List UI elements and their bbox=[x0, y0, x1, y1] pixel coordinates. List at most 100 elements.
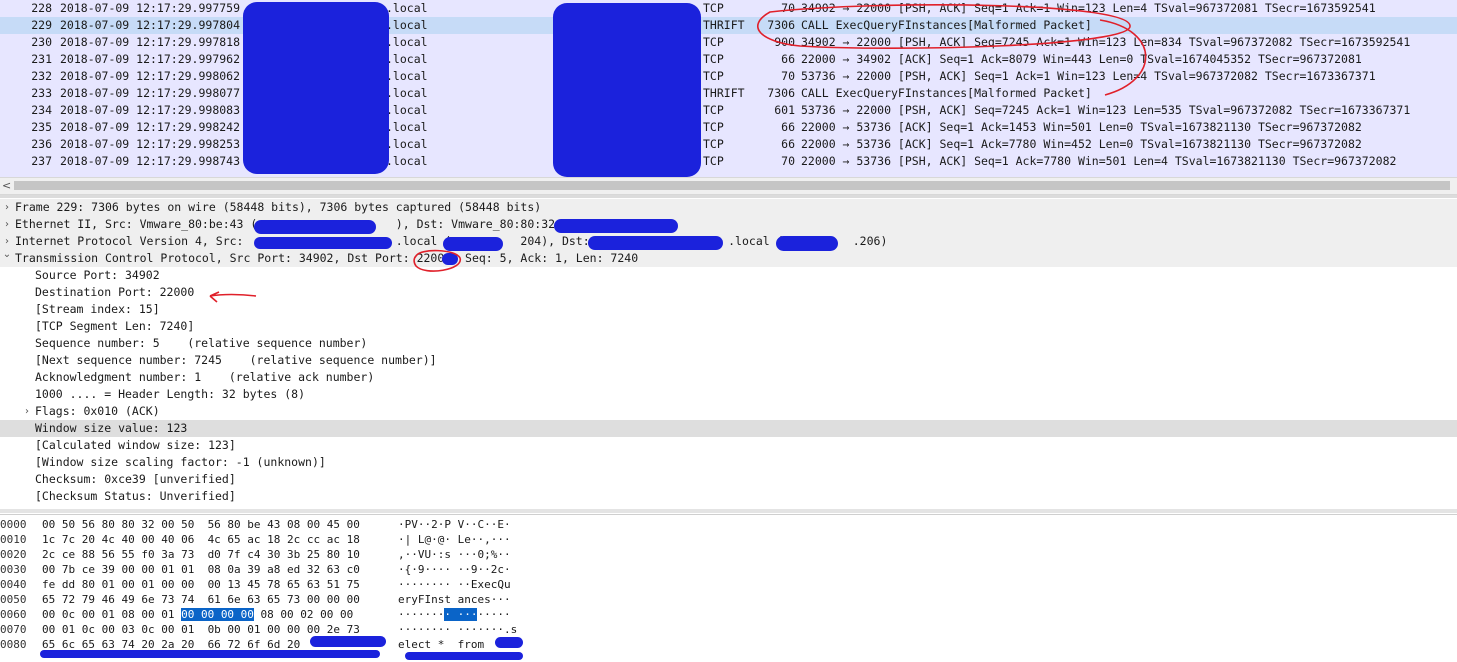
chevron-right-icon[interactable]: › bbox=[1, 216, 13, 233]
packet-source: .local bbox=[386, 52, 428, 66]
detail-text: Frame 229: 7306 bytes on wire (58448 bit… bbox=[15, 200, 542, 214]
chevron-right-icon[interactable]: › bbox=[1, 199, 13, 216]
bytes-row[interactable]: 0070 00 01 0c 00 03 0c 00 01 0b 00 01 00 … bbox=[0, 622, 1457, 637]
bytes-offset: 0080 bbox=[0, 638, 27, 651]
packet-time: 2018-07-09 12:17:29.998253 bbox=[60, 137, 241, 151]
detail-row[interactable]: [Next sequence number: 7245 (relative se… bbox=[0, 352, 1457, 369]
packet-protocol: TCP bbox=[703, 1, 724, 15]
pane-splitter-top[interactable] bbox=[0, 195, 1457, 198]
detail-row[interactable]: [Calculated window size: 123] bbox=[0, 437, 1457, 454]
packet-info: 53736 → 22000 [PSH, ACK] Seq=7245 Ack=1 … bbox=[801, 103, 1411, 117]
packet-length: 601 bbox=[774, 103, 795, 117]
bytes-hex: 00 50 56 80 80 32 00 50 56 80 be 43 08 0… bbox=[42, 517, 360, 532]
packet-info: 34902 → 22000 [PSH, ACK] Seq=1 Ack=1 Win… bbox=[801, 1, 1376, 15]
bytes-offset: 0000 bbox=[0, 518, 27, 531]
bytes-row[interactable]: 0020 2c ce 88 56 55 f0 3a 73 d0 7f c4 30 … bbox=[0, 547, 1457, 562]
bytes-hex: 00 0c 00 01 08 00 01 00 00 00 00 08 00 0… bbox=[42, 607, 353, 622]
hscroll-thumb[interactable] bbox=[14, 181, 1450, 190]
packet-row[interactable]: 235 2018-07-09 12:17:29.998242 .local TCP 66… bbox=[0, 119, 1457, 136]
packet-details-tree[interactable]: › Frame 229: 7306 bytes on wire (58448 bi… bbox=[0, 199, 1457, 508]
detail-row[interactable]: › Flags: 0x010 (ACK) bbox=[0, 403, 1457, 420]
packet-info: CALL ExecQueryFInstances[Malformed Packe… bbox=[801, 86, 1092, 100]
bytes-row[interactable]: 0030 00 7b ce 39 00 00 01 01 08 0a 39 a8 … bbox=[0, 562, 1457, 577]
detail-row[interactable]: [Window size scaling factor: -1 (unknown… bbox=[0, 454, 1457, 471]
detail-row[interactable]: Source Port: 34902 bbox=[0, 267, 1457, 284]
packet-info: 22000 → 53736 [ACK] Seq=1 Ack=1453 Win=5… bbox=[801, 120, 1362, 134]
bytes-ascii-part: ········ ··ExecQu bbox=[398, 578, 511, 591]
packet-row[interactable]: 230 2018-07-09 12:17:29.997818 .local TCP 90… bbox=[0, 34, 1457, 51]
bytes-ascii: ········ ··ExecQu bbox=[398, 577, 511, 592]
bytes-hex: fe dd 80 01 00 01 00 00 00 13 45 78 65 6… bbox=[42, 577, 360, 592]
bytes-hex-part: 08 00 02 00 00 bbox=[253, 608, 354, 621]
packet-length: 70 bbox=[781, 1, 795, 15]
redaction-blob bbox=[588, 236, 723, 250]
detail-text: [Stream index: 15] bbox=[35, 302, 160, 316]
packet-info: CALL ExecQueryFInstances[Malformed Packe… bbox=[801, 18, 1092, 32]
packet-row[interactable]: 237 2018-07-09 12:17:29.998743 .local TCP 70… bbox=[0, 153, 1457, 170]
packet-list-hscrollbar[interactable]: < bbox=[0, 177, 1457, 195]
pane-splitter-bottom[interactable] bbox=[0, 509, 1457, 513]
packet-protocol: TCP bbox=[703, 137, 724, 151]
packet-no: 237 bbox=[31, 154, 52, 168]
bytes-ascii-selected: · ··· bbox=[444, 608, 478, 621]
detail-row[interactable]: [Checksum Status: Unverified] bbox=[0, 488, 1457, 505]
packet-list[interactable]: 228 2018-07-09 12:17:29.997759 .local TCP 70… bbox=[0, 0, 1457, 177]
bytes-row[interactable]: 0040 fe dd 80 01 00 01 00 00 00 13 45 78 … bbox=[0, 577, 1457, 592]
detail-row[interactable]: › Internet Protocol Version 4, Src: .loca… bbox=[0, 233, 1457, 250]
packet-row[interactable]: 234 2018-07-09 12:17:29.998083 .local TCP 60… bbox=[0, 102, 1457, 119]
packet-row[interactable]: 228 2018-07-09 12:17:29.997759 .local TCP 70… bbox=[0, 0, 1457, 17]
detail-text: Transmission Control Protocol, Src Port:… bbox=[15, 251, 639, 265]
packet-length: 70 bbox=[781, 69, 795, 83]
redaction-blob bbox=[553, 3, 701, 177]
detail-row[interactable]: [TCP Segment Len: 7240] bbox=[0, 318, 1457, 335]
packet-protocol: THRIFT bbox=[703, 18, 745, 32]
chevron-down-icon[interactable]: ⌄ bbox=[1, 246, 13, 263]
detail-row[interactable]: Window size value: 123 bbox=[0, 420, 1457, 437]
detail-row[interactable]: Checksum: 0xce39 [unverified] bbox=[0, 471, 1457, 488]
bytes-ascii-part: eryFInst ances··· bbox=[398, 593, 511, 606]
packet-row[interactable]: 229 2018-07-09 12:17:29.997804 .local THRIF… bbox=[0, 17, 1457, 34]
bytes-ascii-part: ,··VU·:s ···0;%·· bbox=[398, 548, 511, 561]
bytes-hex-part: 00 01 0c 00 03 0c 00 01 0b 00 01 00 00 0… bbox=[42, 623, 360, 636]
detail-row[interactable]: › Frame 229: 7306 bytes on wire (58448 bi… bbox=[0, 199, 1457, 216]
packet-info: 53736 → 22000 [PSH, ACK] Seq=1 Ack=1 Win… bbox=[801, 69, 1376, 83]
detail-row[interactable]: ⌄ Transmission Control Protocol, Src Port… bbox=[0, 249, 1457, 267]
bytes-ascii-part: ····· bbox=[477, 608, 511, 621]
bytes-ascii: ········ ········ bbox=[398, 607, 511, 622]
packet-row[interactable]: 236 2018-07-09 12:17:29.998253 .local TCP 66… bbox=[0, 136, 1457, 153]
scroll-left-arrow-icon[interactable]: < bbox=[2, 179, 11, 192]
bytes-row[interactable]: 0050 65 72 79 46 49 6e 73 74 61 6e 63 65 … bbox=[0, 592, 1457, 607]
bytes-hex-part: 00 0c 00 01 08 00 01 bbox=[42, 608, 182, 621]
chevron-right-icon[interactable]: › bbox=[21, 403, 33, 420]
bytes-hex: 65 72 79 46 49 6e 73 74 61 6e 63 65 73 0… bbox=[42, 592, 360, 607]
bytes-ascii: ,··VU·:s ···0;%·· bbox=[398, 547, 511, 562]
detail-row[interactable]: Acknowledgment number: 1 (relative ack n… bbox=[0, 369, 1457, 386]
packet-no: 231 bbox=[31, 52, 52, 66]
packet-no: 235 bbox=[31, 120, 52, 134]
bytes-row[interactable]: 0010 1c 7c 20 4c 40 00 40 06 4c 65 ac 18 … bbox=[0, 532, 1457, 547]
packet-source: .local bbox=[386, 120, 428, 134]
detail-row[interactable]: [Stream index: 15] bbox=[0, 301, 1457, 318]
packet-length: 66 bbox=[781, 120, 795, 134]
redaction-blob bbox=[495, 637, 523, 648]
bytes-row[interactable]: 0000 00 50 56 80 80 32 00 50 56 80 be 43 … bbox=[0, 517, 1457, 532]
packet-time: 2018-07-09 12:17:29.998077 bbox=[60, 86, 241, 100]
packet-row[interactable]: 233 2018-07-09 12:17:29.998077 .local THRIF… bbox=[0, 85, 1457, 102]
detail-row[interactable]: 1000 .... = Header Length: 32 bytes (8) bbox=[0, 386, 1457, 403]
detail-text: [Calculated window size: 123] bbox=[35, 438, 236, 452]
packet-bytes-pane[interactable]: 0000 00 50 56 80 80 32 00 50 56 80 be 43 … bbox=[0, 514, 1457, 662]
bytes-row[interactable]: 0060 00 0c 00 01 08 00 01 00 00 00 00 08 … bbox=[0, 607, 1457, 622]
packet-row[interactable]: 231 2018-07-09 12:17:29.997962 .local TCP 66… bbox=[0, 51, 1457, 68]
detail-row[interactable]: Sequence number: 5 (relative sequence nu… bbox=[0, 335, 1457, 352]
packet-length: 900 bbox=[774, 35, 795, 49]
detail-row[interactable]: Destination Port: 22000 bbox=[0, 284, 1457, 301]
packet-protocol: TCP bbox=[703, 103, 724, 117]
packet-row[interactable]: 232 2018-07-09 12:17:29.998062 .local TCP 70… bbox=[0, 68, 1457, 85]
packet-no: 234 bbox=[31, 103, 52, 117]
bytes-ascii: ········ ·······.s bbox=[398, 622, 517, 637]
detail-row[interactable]: ›Ethernet II, Src: Vmware_80:be:43 ( ), … bbox=[0, 216, 1457, 233]
detail-text: [Next sequence number: 7245 (relative se… bbox=[35, 353, 437, 367]
redaction-blob bbox=[776, 236, 838, 251]
packet-source: .local bbox=[386, 137, 428, 151]
bytes-hex-part: 00 50 56 80 80 32 00 50 56 80 be 43 08 0… bbox=[42, 518, 360, 531]
